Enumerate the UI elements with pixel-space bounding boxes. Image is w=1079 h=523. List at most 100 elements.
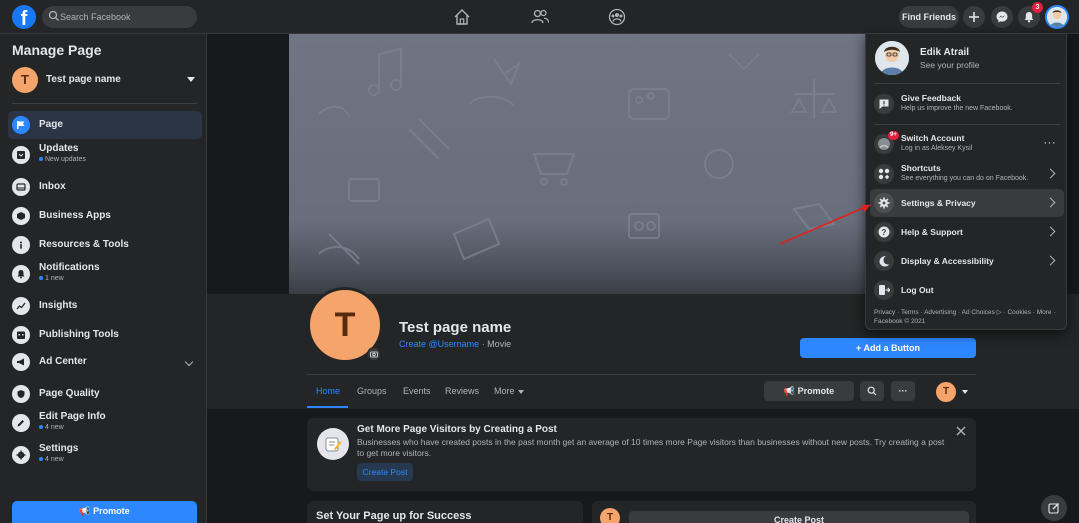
inbox-icon — [12, 178, 30, 196]
display-accessibility-item[interactable]: Display & Accessibility — [870, 247, 1064, 275]
sidebar-item-edit-page-info[interactable]: Edit Page Info 4 new — [8, 409, 202, 437]
tab-groups[interactable]: Groups — [357, 386, 387, 396]
home-icon[interactable] — [451, 6, 473, 28]
camera-icon[interactable] — [367, 347, 381, 361]
sidebar-item-label: Settings — [39, 443, 79, 454]
messenger-button[interactable] — [991, 6, 1013, 28]
menu-footer-links[interactable]: Privacy · Terms · Advertising · Ad Choic… — [874, 308, 1060, 326]
tab-home[interactable]: Home — [316, 386, 340, 396]
sidebar-item-label: Business Apps — [39, 210, 111, 221]
sidebar-item-label: Page — [39, 119, 63, 130]
search-icon — [48, 10, 59, 21]
help-support-item[interactable]: ? Help & Support — [870, 218, 1064, 246]
sidebar-item-settings[interactable]: Settings 4 new — [8, 441, 202, 469]
switch-account-item[interactable]: 9+ Switch Account Log in as Aleksey Kysi… — [870, 130, 1064, 158]
sidebar-item-page-quality[interactable]: Page Quality — [8, 380, 202, 408]
sidebar-item-label: Inbox — [39, 181, 66, 192]
page-switcher-name: Test page name — [46, 74, 121, 85]
card-title: Get More Page Visitors by Creating a Pos… — [357, 424, 557, 435]
sidebar-item-publishing-tools[interactable]: Publishing Tools — [8, 321, 202, 349]
more-options-icon[interactable]: ··· — [1044, 137, 1057, 149]
chevron-down-icon[interactable] — [184, 357, 194, 367]
shortcuts-item[interactable]: Shortcuts See everything you can do on F… — [870, 160, 1064, 188]
profile-subtext: See your profile — [920, 60, 980, 70]
sidebar-item-insights[interactable]: Insights — [8, 292, 202, 320]
insights-chart-icon — [12, 297, 30, 315]
caret-down-icon[interactable] — [962, 390, 968, 394]
page-title: Test page name — [399, 319, 512, 336]
search-box[interactable] — [42, 6, 197, 28]
account-avatar-button[interactable] — [1045, 5, 1069, 29]
sidebar-divider — [12, 103, 197, 104]
manage-page-sidebar: Manage Page T Test page name Page Update… — [0, 34, 207, 523]
find-friends-button[interactable]: Find Friends — [899, 6, 959, 28]
card-create-post-button[interactable]: Create Post — [357, 463, 413, 481]
chevron-right-icon — [1045, 255, 1056, 266]
create-username-link[interactable]: Create @Username — [399, 339, 479, 349]
sidebar-promote-button[interactable]: 📢 Promote — [12, 501, 197, 523]
gear-icon — [874, 193, 894, 213]
card-description: Businesses who have created posts in the… — [357, 437, 945, 458]
tab-events[interactable]: Events — [403, 386, 431, 396]
search-icon — [867, 386, 877, 396]
settings-privacy-item[interactable]: Settings & Privacy — [870, 189, 1064, 217]
page-switcher[interactable]: T Test page name — [12, 67, 197, 95]
log-out-item[interactable]: Log Out — [870, 276, 1064, 304]
sidebar-item-label: Edit Page Info — [39, 411, 106, 422]
cover-photo[interactable] — [289, 34, 875, 294]
chevron-right-icon — [1045, 226, 1056, 237]
sidebar-item-label: Insights — [39, 300, 78, 311]
create-post-card: T Create Post — [592, 501, 976, 523]
sidebar-item-sub: New updates — [39, 156, 86, 163]
sidebar-item-inbox[interactable]: Inbox — [8, 173, 202, 201]
top-navigation-bar: f Find Friends 3 — [0, 0, 1079, 34]
sidebar-item-business-apps[interactable]: Business Apps — [8, 202, 202, 230]
sidebar-item-resources-tools[interactable]: Resources & Tools — [8, 231, 202, 259]
create-post-button[interactable]: Create Post — [629, 511, 969, 523]
search-page-button[interactable] — [860, 381, 884, 401]
menu-item-label: Shortcuts — [901, 163, 941, 173]
setup-card-title: Set Your Page up for Success — [316, 510, 472, 522]
sidebar-item-updates[interactable]: Updates New updates — [8, 141, 202, 169]
menu-divider — [874, 83, 1060, 84]
caret-down-icon — [517, 389, 524, 394]
close-icon[interactable] — [956, 426, 966, 436]
menu-item-label: Log Out — [901, 285, 934, 295]
menu-divider — [874, 124, 1060, 125]
user-avatar-icon — [1047, 7, 1067, 27]
groups-icon[interactable] — [606, 6, 628, 28]
search-input[interactable] — [60, 8, 190, 26]
more-options-button[interactable]: ··· — [891, 381, 915, 401]
create-button[interactable] — [963, 6, 985, 28]
sidebar-title: Manage Page — [12, 42, 102, 58]
sidebar-item-notifications[interactable]: Notifications 1 new — [8, 260, 202, 288]
new-message-button[interactable] — [1041, 495, 1067, 521]
tab-more[interactable]: More — [494, 386, 524, 396]
sidebar-item-label: Notifications — [39, 262, 100, 273]
bell-icon — [12, 265, 30, 283]
active-tab-indicator — [307, 406, 348, 408]
acting-as-avatar[interactable]: T — [936, 382, 956, 402]
sidebar-item-label: Page Quality — [39, 388, 100, 399]
info-icon — [12, 236, 30, 254]
pencil-icon — [12, 414, 30, 432]
setup-card: Set Your Page up for Success — [307, 501, 583, 523]
shortcuts-grid-icon — [874, 164, 894, 184]
see-profile-item[interactable]: Edik Atrail See your profile — [872, 39, 1062, 79]
facebook-logo[interactable]: f — [12, 5, 36, 29]
sidebar-item-page[interactable]: Page — [8, 111, 202, 139]
plus-icon — [969, 12, 979, 22]
sidebar-item-ad-center[interactable]: Ad Center — [8, 348, 202, 376]
give-feedback-item[interactable]: Give Feedback Help us improve the new Fa… — [870, 90, 1064, 118]
add-a-button[interactable]: + Add a Button — [800, 338, 976, 358]
promote-button[interactable]: 📢 Promote — [764, 381, 854, 401]
friends-icon[interactable] — [529, 6, 551, 28]
bell-icon — [1024, 12, 1034, 23]
page-subtitle: Create @Username · Movie — [399, 339, 511, 349]
gear-icon — [12, 446, 30, 464]
shield-icon — [12, 385, 30, 403]
svg-text:?: ? — [882, 228, 887, 237]
caret-down-icon — [187, 77, 195, 82]
tab-reviews[interactable]: Reviews — [445, 386, 479, 396]
sidebar-item-sub: 4 new — [39, 424, 64, 431]
